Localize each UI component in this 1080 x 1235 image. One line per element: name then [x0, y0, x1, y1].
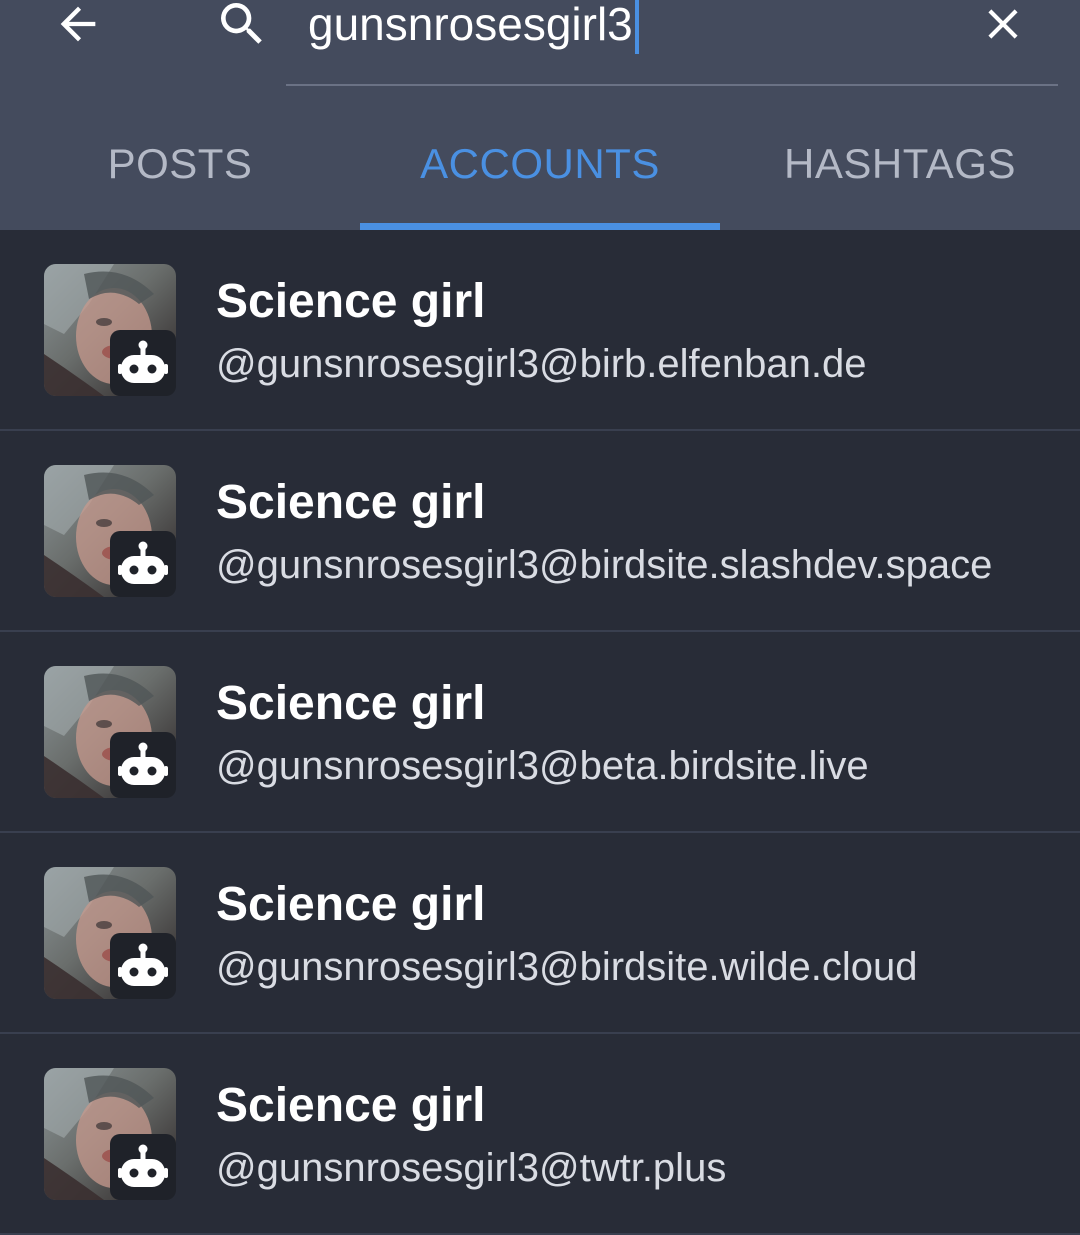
robot-icon: [118, 943, 168, 986]
tab-hashtags[interactable]: HASHTAGS: [720, 100, 1080, 230]
search-underline: [286, 84, 1058, 86]
search-tabs: POSTS ACCOUNTS HASHTAGS: [0, 100, 1080, 230]
close-icon: [988, 9, 1018, 39]
avatar[interactable]: [44, 1068, 176, 1200]
tab-label: ACCOUNTS: [420, 140, 660, 187]
account-handle: @gunsnrosesgirl3@birdsite.wilde.cloud: [216, 945, 918, 989]
account-results-list: Science girl @gunsnrosesgirl3@birb.elfen…: [0, 230, 1080, 1235]
bot-badge: [110, 1134, 176, 1200]
tab-label: POSTS: [107, 140, 253, 187]
account-row[interactable]: Science girl @gunsnrosesgirl3@birb.elfen…: [0, 230, 1080, 431]
active-tab-indicator: [360, 223, 720, 230]
avatar[interactable]: [44, 666, 176, 798]
search-header: POSTS ACCOUNTS HASHTAGS: [0, 0, 1080, 230]
text-cursor: [635, 0, 639, 54]
account-handle: @gunsnrosesgirl3@birdsite.slashdev.space: [216, 543, 993, 587]
avatar[interactable]: [44, 465, 176, 597]
account-display-name: Science girl: [216, 677, 486, 730]
search-icon: [212, 0, 272, 48]
arrow-left-icon: [60, 6, 96, 42]
robot-icon: [118, 340, 168, 383]
robot-icon: [118, 1144, 168, 1187]
tab-posts[interactable]: POSTS: [0, 100, 360, 230]
bot-badge: [110, 933, 176, 999]
account-row[interactable]: Science girl @gunsnrosesgirl3@beta.birds…: [0, 632, 1080, 833]
clear-search-button[interactable]: [970, 0, 1036, 48]
account-handle: @gunsnrosesgirl3@birb.elfenban.de: [216, 342, 867, 386]
bot-badge: [110, 732, 176, 798]
tab-label: HASHTAGS: [784, 140, 1016, 187]
bot-badge: [110, 531, 176, 597]
account-handle: @gunsnrosesgirl3@beta.birdsite.live: [216, 744, 869, 788]
account-row[interactable]: Science girl @gunsnrosesgirl3@birdsite.w…: [0, 833, 1080, 1034]
robot-icon: [118, 541, 168, 584]
tab-accounts[interactable]: ACCOUNTS: [360, 100, 720, 230]
account-row[interactable]: Science girl @gunsnrosesgirl3@twtr.plus: [0, 1034, 1080, 1235]
account-display-name: Science girl: [216, 476, 486, 529]
account-display-name: Science girl: [216, 275, 486, 328]
account-display-name: Science girl: [216, 878, 486, 931]
back-button[interactable]: [40, 0, 116, 48]
account-row[interactable]: Science girl @gunsnrosesgirl3@birdsite.s…: [0, 431, 1080, 632]
account-handle: @gunsnrosesgirl3@twtr.plus: [216, 1146, 727, 1190]
robot-icon: [118, 742, 168, 785]
bot-badge: [110, 330, 176, 396]
search-input[interactable]: [308, 0, 948, 54]
avatar[interactable]: [44, 867, 176, 999]
account-display-name: Science girl: [216, 1079, 486, 1132]
avatar[interactable]: [44, 264, 176, 396]
